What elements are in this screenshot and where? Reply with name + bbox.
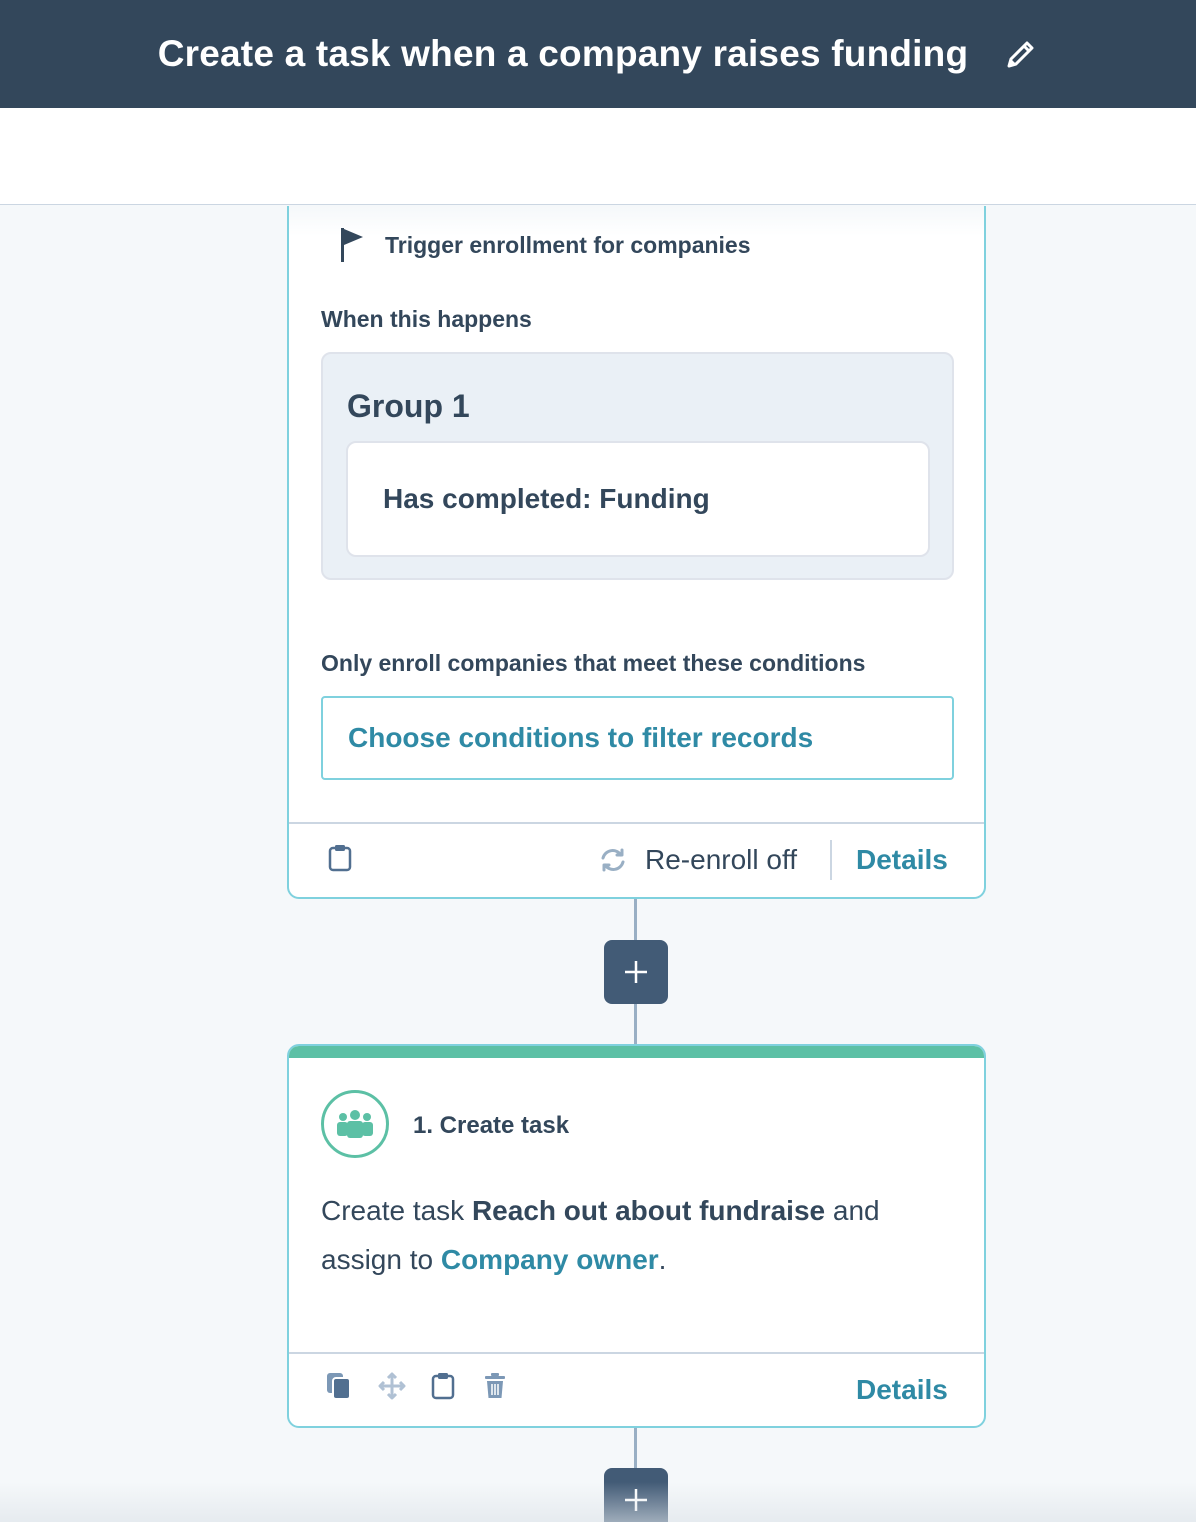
add-action-button[interactable]: [604, 940, 668, 1004]
action-accent-bar: [289, 1046, 984, 1058]
task-name: Reach out about fundraise: [471, 1195, 826, 1226]
trigger-card[interactable]: Trigger enrollment for companies When th…: [287, 206, 986, 899]
action-footer: Details: [289, 1352, 984, 1426]
clipboard-icon[interactable]: [431, 1372, 457, 1400]
criteria-group: Group 1 Has completed: Funding: [321, 352, 954, 580]
trigger-details-link[interactable]: Details: [856, 844, 948, 876]
group-title: Group 1: [347, 388, 470, 424]
trash-icon[interactable]: [483, 1372, 509, 1400]
add-action-button[interactable]: [604, 1468, 668, 1522]
copy-icon[interactable]: [326, 1372, 352, 1400]
toolbar-area: [0, 108, 1196, 205]
people-icon: [336, 1109, 374, 1139]
connector-line: [634, 1004, 637, 1044]
move-icon[interactable]: [378, 1372, 406, 1400]
refresh-icon: [599, 846, 627, 874]
trigger-footer: Re-enroll off Details: [289, 822, 984, 897]
trigger-heading-text: Trigger enrollment for companies: [385, 231, 751, 258]
reenroll-label: Re-enroll off: [645, 844, 798, 875]
action-description: Create task Reach out about fundraise an…: [321, 1186, 941, 1284]
bottom-shadow: [0, 1482, 1196, 1522]
criteria-filter-card[interactable]: Has completed: Funding: [346, 441, 930, 557]
assignee-link[interactable]: Company owner: [441, 1244, 659, 1275]
reenroll-toggle[interactable]: Re-enroll off: [599, 844, 797, 876]
when-label: When this happens: [321, 306, 532, 332]
only-enroll-label: Only enroll companies that meet these co…: [321, 650, 866, 676]
pencil-icon[interactable]: [1004, 37, 1038, 71]
create-task-action-card[interactable]: 1. Create task Create task Reach out abo…: [287, 1044, 986, 1428]
action-body-suffix: .: [658, 1244, 667, 1275]
choose-conditions-button[interactable]: Choose conditions to filter records: [321, 696, 954, 780]
connector-line: [634, 1428, 637, 1468]
plus-icon: [623, 1487, 649, 1513]
action-body-prefix: Create task: [321, 1195, 472, 1226]
action-details-link[interactable]: Details: [856, 1374, 948, 1406]
footer-divider: [830, 840, 832, 880]
workflow-title[interactable]: Create a task when a company raises fund…: [158, 33, 969, 75]
flag-icon: [339, 226, 367, 264]
clipboard-icon[interactable]: [328, 844, 352, 872]
trigger-heading: Trigger enrollment for companies: [339, 226, 751, 264]
connector-line: [634, 899, 637, 940]
action-title: 1. Create task: [413, 1112, 570, 1139]
plus-icon: [623, 959, 649, 985]
action-icon-badge: [321, 1090, 389, 1158]
workflow-header: Create a task when a company raises fund…: [0, 0, 1196, 108]
